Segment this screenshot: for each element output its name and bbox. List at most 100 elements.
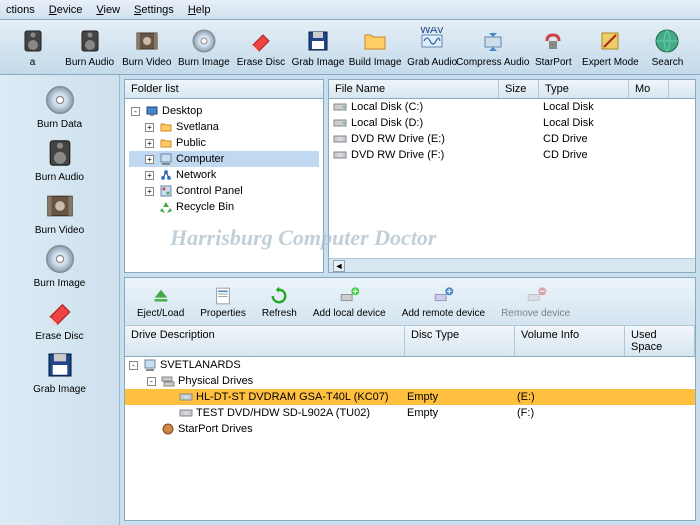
sidebar-erase-disc[interactable]: Erase Disc	[25, 295, 95, 342]
starport-icon	[161, 422, 175, 436]
expand-icon[interactable]	[165, 409, 174, 418]
toolbar-grab-image[interactable]: Grab Image	[289, 22, 346, 72]
folder-tree[interactable]: - Desktop + Svetlana + Public + Computer + Networ…	[125, 99, 323, 272]
column-header[interactable]: Drive Description	[125, 326, 405, 356]
menu-item[interactable]: ctions	[6, 4, 35, 16]
menu-item[interactable]: Settings	[134, 4, 174, 16]
toolbar-compress-audio[interactable]: Compress Audio	[461, 22, 525, 72]
disc-icon	[43, 242, 77, 276]
tree-item[interactable]: Recycle Bin	[129, 199, 319, 215]
film-icon	[43, 189, 77, 223]
column-header[interactable]: Used Space	[625, 326, 695, 356]
menu-item[interactable]: Help	[188, 4, 211, 16]
file-row[interactable]: Local Disk (D:)Local Disk	[329, 115, 695, 131]
column-header[interactable]: Disc Type	[405, 326, 515, 356]
tree-item[interactable]: + Computer	[129, 151, 319, 167]
expand-icon[interactable]	[145, 203, 154, 212]
tree-item[interactable]: + Svetlana	[129, 119, 319, 135]
tree-item[interactable]: - Desktop	[129, 103, 319, 119]
device-toolbar-refresh[interactable]: Refresh	[254, 280, 305, 324]
toolbar-starport[interactable]: StarPort	[525, 22, 582, 72]
tree-item-label: Control Panel	[176, 185, 243, 197]
column-header[interactable]: File Name	[329, 80, 499, 98]
column-header[interactable]: Type	[539, 80, 629, 98]
sidebar-burn-video[interactable]: Burn Video	[25, 189, 95, 236]
menu-item[interactable]: Device	[49, 4, 83, 16]
tree-item-label: Public	[176, 137, 206, 149]
film-icon	[133, 27, 161, 55]
tree-item-label: Svetlana	[176, 121, 219, 133]
file-scrollbar[interactable]: ◄	[329, 258, 695, 272]
toolbar-grab-audio[interactable]: WAVGrab Audio	[404, 22, 461, 72]
device-list-header: Drive DescriptionDisc TypeVolume InfoUse…	[125, 326, 695, 357]
expand-icon[interactable]	[165, 393, 174, 402]
tree-item[interactable]: + Network	[129, 167, 319, 183]
dvd-icon	[179, 390, 193, 404]
addremote-icon	[432, 285, 454, 307]
eraser-icon	[43, 295, 77, 329]
device-toolbar-eject-load[interactable]: Eject/Load	[129, 280, 192, 324]
toolbar-burn-audio[interactable]: Burn Audio	[61, 22, 118, 72]
device-pane: Eject/LoadPropertiesRefreshAdd local dev…	[124, 277, 696, 521]
expand-icon[interactable]	[147, 425, 156, 434]
toolbar-burn-video[interactable]: Burn Video	[118, 22, 175, 72]
sidebar-burn-data[interactable]: Burn Data	[25, 83, 95, 130]
addlocal-icon	[338, 285, 360, 307]
sidebar-grab-image[interactable]: Grab Image	[25, 348, 95, 395]
device-list-body[interactable]: -SVETLANARDS-Physical Drives HL-DT-ST DV…	[125, 357, 695, 520]
expand-icon[interactable]: -	[129, 361, 138, 370]
drives-icon	[161, 374, 175, 388]
menu-item[interactable]: View	[96, 4, 120, 16]
sidebar-burn-audio[interactable]: Burn Audio	[25, 136, 95, 183]
expert-icon	[596, 27, 624, 55]
device-row[interactable]: StarPort Drives	[125, 421, 695, 437]
toolbar-expert-mode[interactable]: Expert Mode	[582, 22, 639, 72]
folder-icon	[361, 27, 389, 55]
expand-icon[interactable]: +	[145, 171, 154, 180]
plug-icon	[539, 27, 567, 55]
tree-item[interactable]: + Control Panel	[129, 183, 319, 199]
expand-icon[interactable]: -	[131, 107, 140, 116]
computer-icon	[159, 152, 173, 166]
refresh-icon	[268, 285, 290, 307]
svg-text:WAV: WAV	[420, 27, 444, 36]
toolbar-build-image[interactable]: Build Image	[347, 22, 404, 72]
file-list-body[interactable]: Local Disk (C:)Local DiskLocal Disk (D:)…	[329, 99, 695, 258]
device-row[interactable]: HL-DT-ST DVDRAM GSA-T40L (KC07)Empty(E:)	[125, 389, 695, 405]
props-icon	[212, 285, 234, 307]
tree-item-label: Desktop	[162, 105, 202, 117]
device-toolbar-properties[interactable]: Properties	[192, 280, 254, 324]
device-toolbar: Eject/LoadPropertiesRefreshAdd local dev…	[125, 278, 695, 326]
expand-icon[interactable]: +	[145, 187, 154, 196]
file-list-pane: File NameSizeTypeMo Local Disk (C:)Local…	[328, 79, 696, 273]
drive-icon	[333, 100, 347, 114]
file-row[interactable]: DVD RW Drive (E:)CD Drive	[329, 131, 695, 147]
toolbar-search[interactable]: Search	[639, 22, 696, 72]
device-row[interactable]: -SVETLANARDS	[125, 357, 695, 373]
expand-icon[interactable]: +	[145, 123, 154, 132]
expand-icon[interactable]: +	[145, 155, 154, 164]
device-toolbar-add-remote-device[interactable]: Add remote device	[394, 280, 493, 324]
tree-item-label: Computer	[176, 153, 224, 165]
sidebar-burn-image[interactable]: Burn Image	[25, 242, 95, 289]
device-toolbar-add-local-device[interactable]: Add local device	[305, 280, 394, 324]
folder-list-pane: Folder list -Desktop+Svetlana+Public+Com…	[124, 79, 324, 273]
column-header[interactable]: Size	[499, 80, 539, 98]
scroll-left-icon[interactable]: ◄	[333, 260, 345, 272]
tree-item[interactable]: + Public	[129, 135, 319, 151]
expand-icon[interactable]: -	[147, 377, 156, 386]
file-row[interactable]: DVD RW Drive (F:)CD Drive	[329, 147, 695, 163]
device-row[interactable]: TEST DVD/HDW SD-L902A (TU02)Empty(F:)	[125, 405, 695, 421]
toolbar-burn-image[interactable]: Burn Image	[175, 22, 232, 72]
toolbar-erase-disc[interactable]: Erase Disc	[232, 22, 289, 72]
device-row[interactable]: -Physical Drives	[125, 373, 695, 389]
file-row[interactable]: Local Disk (C:)Local Disk	[329, 99, 695, 115]
toolbar-a[interactable]: a	[4, 22, 61, 72]
speaker-icon	[43, 136, 77, 170]
column-header[interactable]: Volume Info	[515, 326, 625, 356]
expand-icon[interactable]: +	[145, 139, 154, 148]
tree-item-label: Network	[176, 169, 216, 181]
speaker-icon	[76, 27, 104, 55]
column-header[interactable]: Mo	[629, 80, 669, 98]
tree-item-label: Recycle Bin	[176, 201, 234, 213]
